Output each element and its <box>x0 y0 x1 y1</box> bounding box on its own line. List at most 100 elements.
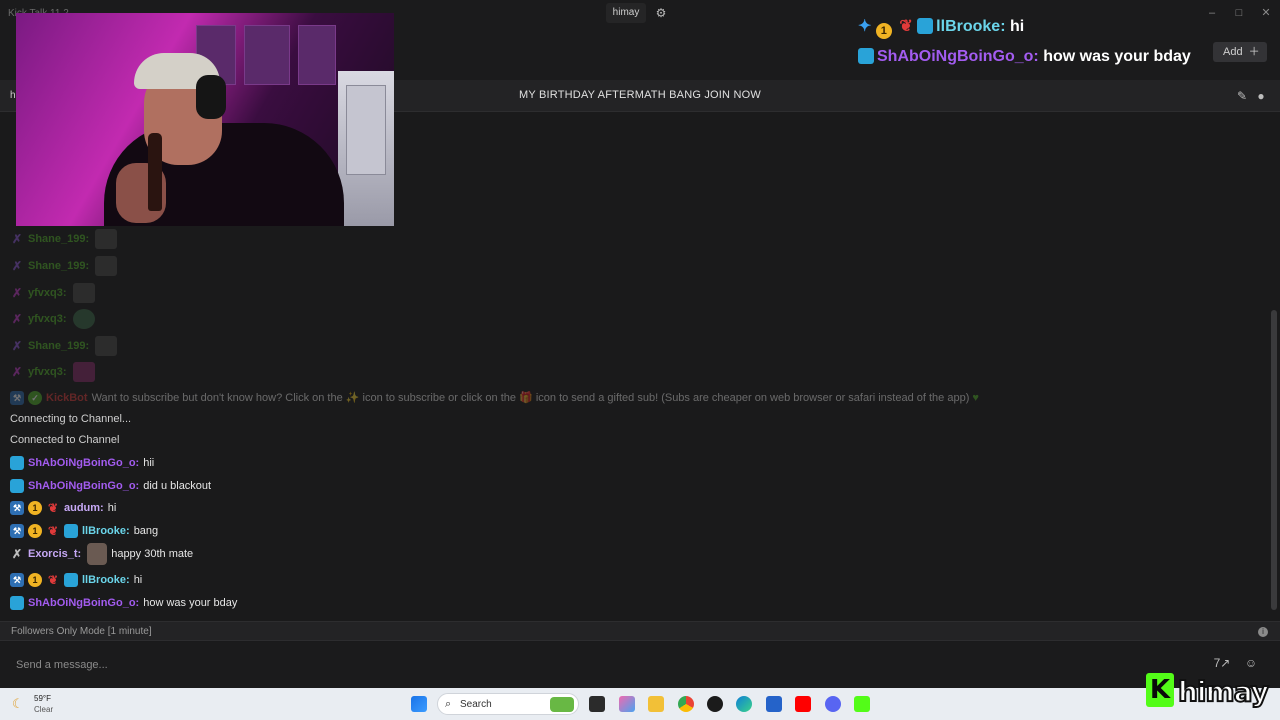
overlay-message: hi <box>1009 18 1025 35</box>
chat-messages: ✗ Shane_199: ✗ Shane_199: ✗ yfvxq3: ✗ yf… <box>0 226 1270 618</box>
username[interactable]: yfvxq3: <box>28 361 67 383</box>
add-button-label: Add <box>1223 46 1243 58</box>
obs-icon[interactable] <box>707 696 723 712</box>
windows-taskbar: ☾ 59°F Clear ⌕ Search <box>0 688 1280 720</box>
username[interactable]: audum: <box>64 497 104 519</box>
moderator-badge-icon: ⚒ <box>10 524 24 538</box>
info-icon[interactable]: i <box>1258 627 1268 637</box>
add-button[interactable]: Add ＋ <box>1213 42 1267 62</box>
gift-sub-badge-icon <box>10 479 24 493</box>
windows-start-icon[interactable] <box>411 696 427 712</box>
copilot-icon[interactable] <box>619 696 635 712</box>
username[interactable]: Shane_199: <box>28 255 89 277</box>
tab-himay[interactable]: himay <box>606 3 646 23</box>
chat-message: ✗ yfvxq3: <box>10 282 95 304</box>
kick-icon[interactable] <box>854 696 870 712</box>
sub-badge-icon: ❦ <box>47 524 59 538</box>
close-icon[interactable]: ✕ <box>1258 5 1274 21</box>
sub-badge-icon: ❦ <box>899 18 913 35</box>
moderator-badge-icon: ⚒ <box>10 391 24 405</box>
username[interactable]: Shane_199: <box>28 228 89 250</box>
sword-icon: ✗ <box>11 312 23 326</box>
message-text: bang <box>133 525 159 537</box>
followers-only-mode-label: Followers Only Mode [1 minute] <box>11 626 152 637</box>
chat-message: ⚒ 1 ❦ llBrooke: hi <box>10 569 142 591</box>
username[interactable]: ShAbOiNgBoinGo_o: <box>28 452 139 474</box>
gift-sub-badge-icon <box>64 524 78 538</box>
og-badge-icon: 1 <box>28 573 42 587</box>
gift-badge-icon <box>858 48 874 64</box>
chat-message: ShAbOiNgBoinGo_o: hii <box>10 452 154 474</box>
chat-message: ShAbOiNgBoinGo_o: did u blackout <box>10 475 211 497</box>
chrome-icon[interactable] <box>678 696 694 712</box>
message-text: happy 30th mate <box>111 548 194 560</box>
overlay-chat-line: ShAbOiNgBoinGo_o: how was your bday <box>858 48 1191 66</box>
task-view-icon[interactable] <box>589 696 605 712</box>
sword-icon: ✗ <box>11 286 23 300</box>
file-explorer-icon[interactable] <box>648 696 664 712</box>
moon-weather-icon[interactable]: ☾ <box>12 696 28 712</box>
connecting-text: Connecting to Channel... <box>10 413 132 425</box>
moderator-badge-icon: ⚒ <box>10 573 24 587</box>
username[interactable]: KickBot <box>46 387 88 409</box>
weather-temperature: 59°F <box>34 694 51 703</box>
taskbar-search[interactable]: ⌕ Search <box>437 693 579 715</box>
message-text: did u blackout <box>143 480 212 492</box>
bot-message: ⚒ ✓ KickBot Want to subscribe but don't … <box>10 387 979 409</box>
search-label: Search <box>460 699 492 710</box>
emote-image <box>87 543 108 565</box>
username[interactable]: Exorcis_t: <box>28 543 81 565</box>
message-text: hi <box>107 502 117 514</box>
emote-image <box>72 362 95 382</box>
sword-icon: ✦ <box>858 18 872 35</box>
username[interactable]: yfvxq3: <box>28 308 67 330</box>
chat-scrollbar[interactable] <box>1271 310 1277 610</box>
og-badge-icon: 1 <box>28 524 42 538</box>
sword-icon: ✗ <box>11 365 23 379</box>
7tv-emote-icon[interactable]: 7↗ <box>1213 654 1231 672</box>
youtube-icon[interactable] <box>795 696 811 712</box>
emote-picker-icon[interactable]: ☺ <box>1242 654 1260 672</box>
chat-message: ✗ yfvxq3: <box>10 308 95 330</box>
message-text: how was your bday <box>143 597 238 609</box>
username[interactable]: Shane_199: <box>28 335 89 357</box>
og-badge-icon: 1 <box>875 23 892 39</box>
moderator-badge-icon: ⚒ <box>10 501 24 515</box>
gift-sub-badge-icon <box>64 573 78 587</box>
user-icon[interactable]: ● <box>1254 89 1268 103</box>
plus-icon: ＋ <box>1248 46 1260 58</box>
system-message: Connecting to Channel... <box>10 408 131 430</box>
gift-icon: 🎁 <box>516 392 536 404</box>
username[interactable]: ShAbOiNgBoinGo_o: <box>28 592 139 614</box>
username[interactable]: llBrooke: <box>82 520 130 542</box>
chat-message: ✗ Shane_199: <box>10 228 118 250</box>
search-icon: ⌕ <box>445 698 452 710</box>
gear-icon[interactable]: ⚙ <box>652 4 670 22</box>
overlay-message: how was your bday <box>1043 48 1191 65</box>
username[interactable]: llBrooke: <box>82 569 130 591</box>
message-text: hii <box>143 457 155 469</box>
heart-icon: ♥ <box>969 392 979 404</box>
discord-icon[interactable] <box>825 696 841 712</box>
message-input[interactable] <box>6 648 1274 682</box>
username[interactable]: yfvxq3: <box>28 282 67 304</box>
bot-text-part-2: icon to subscribe or click on the <box>362 392 517 404</box>
store-icon[interactable] <box>766 696 782 712</box>
minimize-icon[interactable]: – <box>1204 5 1220 21</box>
chat-mode-bar: Followers Only Mode [1 minute] i <box>0 621 1280 641</box>
maximize-icon[interactable]: □ <box>1231 5 1247 21</box>
edge-icon[interactable] <box>736 696 752 712</box>
username[interactable]: ShAbOiNgBoinGo_o: <box>28 475 139 497</box>
edit-icon[interactable]: ✎ <box>1235 89 1249 103</box>
chat-message: ✗ Shane_199: <box>10 255 118 277</box>
chat-message: ⚒ 1 ❦ audum: hi <box>10 497 116 519</box>
sword-icon: ✗ <box>11 259 23 273</box>
chat-message: ✗ Shane_199: <box>10 335 118 357</box>
kick-logo-k: K <box>1146 673 1174 707</box>
kick-logo: K himay <box>1146 673 1274 711</box>
emote-image <box>72 309 95 329</box>
chat-message: ⚒ 1 ❦ llBrooke: bang <box>10 520 158 542</box>
search-highlight-icon <box>550 697 574 712</box>
kick-talk-window: Kick Talk 11.2 himay ⚙ – □ ✕ Add＋ ✦ 1 ❦ … <box>0 0 1280 720</box>
bot-text-part-3: icon to send a gifted sub! (Subs are che… <box>535 392 970 404</box>
